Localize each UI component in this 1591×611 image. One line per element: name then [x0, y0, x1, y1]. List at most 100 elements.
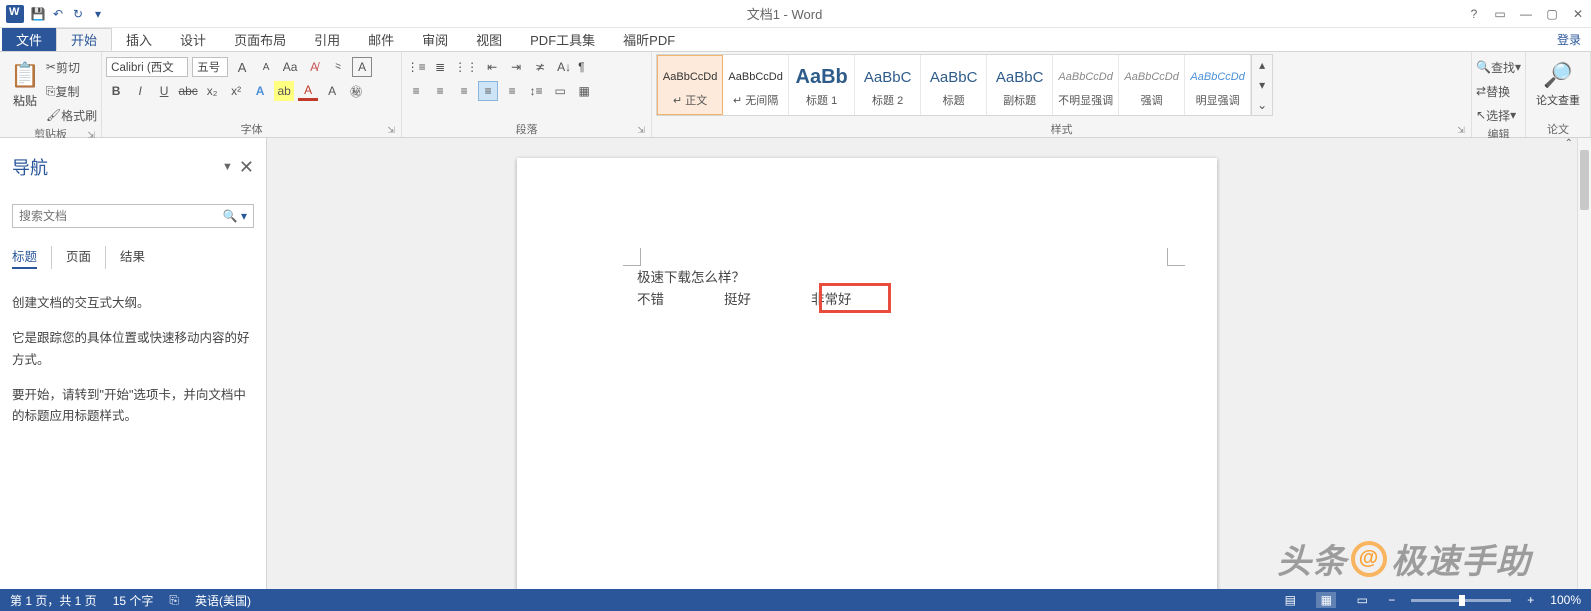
tab-home[interactable]: 开始	[56, 28, 112, 51]
sort-button[interactable]: A↓	[554, 57, 574, 77]
align-right-button[interactable]: ≡	[454, 81, 474, 101]
find-button[interactable]: 🔍 查找 ▾	[1476, 57, 1521, 77]
italic-button[interactable]: I	[130, 81, 150, 101]
zoom-slider[interactable]	[1411, 599, 1511, 602]
nav-close-icon[interactable]: ✕	[239, 157, 254, 178]
style-item-1[interactable]: AaBbCcDd↵ 无间隔	[723, 55, 789, 115]
change-case-button[interactable]: Aa	[280, 57, 300, 77]
nav-tab-results[interactable]: 结果	[105, 246, 145, 269]
styles-gallery[interactable]: AaBbCcDd↵ 正文AaBbCcDd↵ 无间隔AaBb标题 1AaBbC标题…	[656, 54, 1252, 116]
char-border-button[interactable]: A	[352, 57, 372, 77]
qat-customize[interactable]: ▾	[88, 4, 108, 24]
tab-insert[interactable]: 插入	[112, 28, 166, 51]
zoom-level[interactable]: 100%	[1550, 593, 1581, 607]
style-item-2[interactable]: AaBb标题 1	[789, 55, 855, 115]
status-page[interactable]: 第 1 页，共 1 页	[10, 592, 97, 609]
clear-format-button[interactable]: A̸	[304, 57, 324, 77]
numbering-button[interactable]: ≣	[430, 57, 450, 77]
shrink-font-button[interactable]: A	[256, 57, 276, 77]
subscript-button[interactable]: x₂	[202, 81, 222, 101]
format-painter-button[interactable]: 🖌 格式刷	[46, 105, 97, 125]
tab-view[interactable]: 视图	[462, 28, 516, 51]
phonetic-guide-button[interactable]: ⺀	[328, 57, 348, 77]
multilevel-button[interactable]: ⋮⋮	[454, 57, 478, 77]
collapse-ribbon-button[interactable]: ⌃	[1565, 138, 1573, 149]
bullets-button[interactable]: ⋮≡	[406, 57, 426, 77]
zoom-slider-handle[interactable]	[1459, 595, 1465, 606]
document-area[interactable]: ⌃ 极速下载怎么样？ 不错 挺好 非常好	[267, 138, 1591, 589]
distributed-button[interactable]: ≡	[502, 81, 522, 101]
qat-save[interactable]: 💾	[28, 4, 48, 24]
decrease-indent-button[interactable]: ⇤	[482, 57, 502, 77]
text-effects-button[interactable]: A	[250, 81, 270, 101]
align-left-button[interactable]: ≡	[406, 81, 426, 101]
sign-in-link[interactable]: 登录	[1547, 28, 1591, 51]
nav-search-box[interactable]: 🔍 ▾	[12, 204, 254, 228]
nav-dropdown-icon[interactable]: ▼	[222, 161, 233, 173]
style-item-4[interactable]: AaBbC标题	[921, 55, 987, 115]
style-item-7[interactable]: AaBbCcDd强调	[1119, 55, 1185, 115]
view-web-layout[interactable]: ▭	[1352, 592, 1372, 608]
font-launcher[interactable]: ⇲	[385, 125, 397, 137]
paste-button[interactable]: 📋 粘贴	[4, 54, 46, 113]
ribbon-display-options[interactable]: ▭	[1487, 4, 1513, 24]
zoom-in-button[interactable]: +	[1527, 593, 1534, 607]
vertical-scrollbar[interactable]	[1577, 138, 1591, 589]
strikethrough-button[interactable]: abc	[178, 81, 198, 101]
paragraph-launcher[interactable]: ⇲	[635, 125, 647, 137]
enclose-char-button[interactable]: ㊙	[346, 81, 366, 101]
style-item-8[interactable]: AaBbCcDd明显强调	[1185, 55, 1251, 115]
font-color-button[interactable]: A	[298, 81, 318, 101]
line-spacing-button[interactable]: ↕≡	[526, 81, 546, 101]
help-button[interactable]: ?	[1461, 4, 1487, 24]
font-name-combo[interactable]: Calibri (西文	[106, 57, 188, 77]
shading-button[interactable]: ▭	[550, 81, 570, 101]
style-item-3[interactable]: AaBbC标题 2	[855, 55, 921, 115]
copy-button[interactable]: ⎘ 复制	[46, 81, 80, 101]
qat-undo[interactable]: ↶	[48, 4, 68, 24]
view-read-mode[interactable]: ▤	[1280, 592, 1300, 608]
tab-mailings[interactable]: 邮件	[354, 28, 408, 51]
close-button[interactable]: ✕	[1565, 4, 1591, 24]
zoom-out-button[interactable]: −	[1388, 593, 1395, 607]
minimize-button[interactable]: —	[1513, 4, 1539, 24]
document-page[interactable]: 极速下载怎么样？ 不错 挺好 非常好	[517, 158, 1217, 589]
tab-foxit[interactable]: 福昕PDF	[609, 28, 689, 51]
styles-scroll-down[interactable]: ▾	[1252, 75, 1272, 95]
text-direction-button[interactable]: ≭	[530, 57, 550, 77]
style-item-5[interactable]: AaBbC副标题	[987, 55, 1053, 115]
search-icon[interactable]: 🔍 ▾	[223, 209, 247, 223]
styles-expand[interactable]: ⌄	[1252, 95, 1272, 115]
status-word-count[interactable]: 15 个字	[113, 592, 154, 609]
show-marks-button[interactable]: ¶	[578, 60, 584, 74]
nav-search-input[interactable]	[19, 209, 223, 223]
justify-button[interactable]: ≡	[478, 81, 498, 101]
tab-layout[interactable]: 页面布局	[220, 28, 300, 51]
borders-button[interactable]: ▦	[574, 81, 594, 101]
superscript-button[interactable]: x²	[226, 81, 246, 101]
maximize-button[interactable]: ▢	[1539, 4, 1565, 24]
scrollbar-thumb[interactable]	[1580, 150, 1589, 210]
underline-button[interactable]: U	[154, 81, 174, 101]
font-size-combo[interactable]: 五号	[192, 57, 228, 77]
status-proofing-icon[interactable]: ⎘	[169, 593, 179, 608]
cut-button[interactable]: ✂ 剪切	[46, 57, 80, 77]
status-language[interactable]: 英语(美国)	[195, 592, 251, 609]
grow-font-button[interactable]: A	[232, 57, 252, 77]
align-center-button[interactable]: ≡	[430, 81, 450, 101]
paper-check-button[interactable]: 🔎 论文查重	[1530, 54, 1586, 112]
tab-file[interactable]: 文件	[2, 28, 56, 51]
char-shading-button[interactable]: A	[322, 81, 342, 101]
replace-button[interactable]: ⇄ 替换	[1476, 81, 1510, 101]
select-button[interactable]: ↖ 选择 ▾	[1476, 105, 1516, 125]
style-item-6[interactable]: AaBbCcDd不明显强调	[1053, 55, 1119, 115]
styles-scroll-up[interactable]: ▴	[1252, 55, 1272, 75]
nav-tab-pages[interactable]: 页面	[51, 246, 91, 269]
highlight-button[interactable]: ab	[274, 81, 294, 101]
increase-indent-button[interactable]: ⇥	[506, 57, 526, 77]
styles-launcher[interactable]: ⇲	[1455, 125, 1467, 137]
tab-design[interactable]: 设计	[166, 28, 220, 51]
tab-review[interactable]: 审阅	[408, 28, 462, 51]
qat-redo[interactable]: ↻	[68, 4, 88, 24]
nav-tab-headings[interactable]: 标题	[12, 246, 37, 269]
